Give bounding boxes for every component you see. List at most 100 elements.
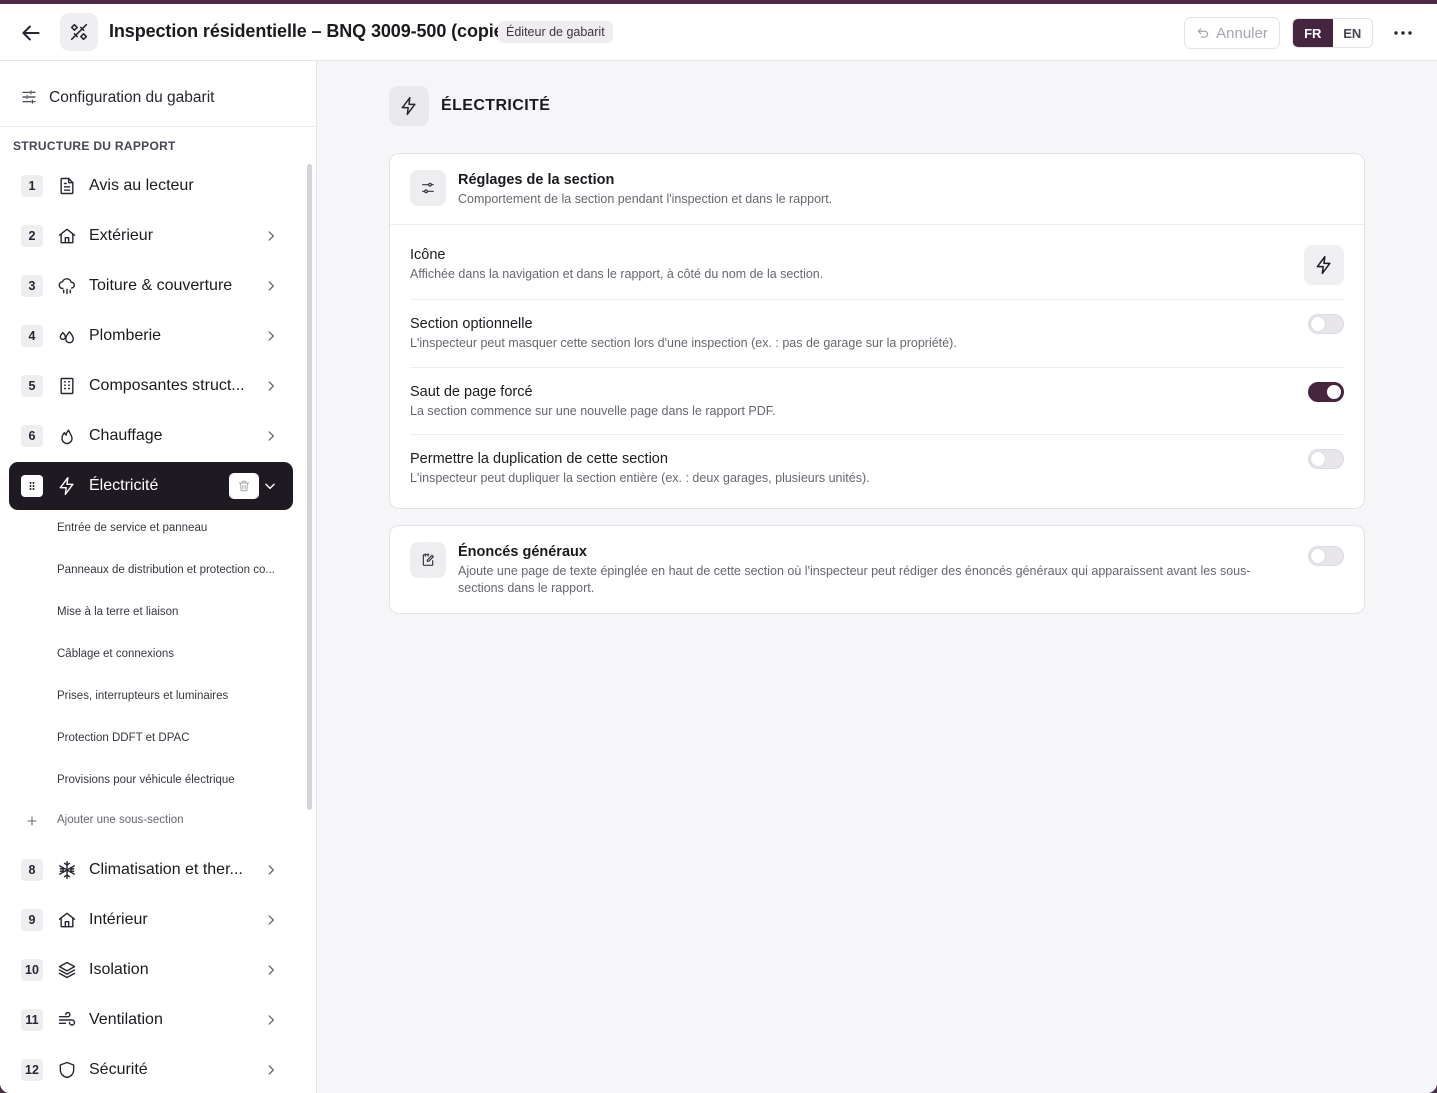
item-number: 10 <box>21 959 43 981</box>
sidebar-item-securite[interactable]: 12 Sécurité <box>9 1046 293 1093</box>
zap-icon <box>1316 255 1331 275</box>
chevron-right-icon <box>268 1065 274 1075</box>
trash-icon <box>238 480 250 492</box>
house-icon <box>58 228 76 244</box>
sidebar-item-ventilation[interactable]: 11 Ventilation <box>9 996 293 1044</box>
template-config-link[interactable]: Configuration du gabarit <box>0 61 316 127</box>
general-desc: Ajoute une page de texte épinglée en hau… <box>458 564 1251 595</box>
sidebar-item-interieur[interactable]: 9 Intérieur <box>9 896 293 944</box>
page-title: Inspection résidentielle – BNQ 3009-500 … <box>109 21 510 41</box>
sidebar-item-avis[interactable]: 1 Avis au lecteur <box>9 162 293 210</box>
more-options-button[interactable] <box>1391 21 1415 45</box>
subsection-item[interactable]: Prises, interrupteurs et luminaires <box>57 690 228 702</box>
undo-icon <box>1197 28 1209 38</box>
general-statements-toggle[interactable] <box>1308 546 1344 566</box>
add-subsection-button[interactable]: Ajouter une sous-section <box>25 814 184 828</box>
page-break-toggle[interactable] <box>1308 382 1344 402</box>
snowflake-icon <box>59 860 75 880</box>
lang-en-button[interactable]: EN <box>1333 19 1373 47</box>
divider <box>410 299 1344 300</box>
setting-title: Section optionnelle <box>410 316 533 332</box>
item-label: Ventilation <box>89 1011 163 1028</box>
building-icon <box>60 377 74 395</box>
house-icon <box>58 912 76 928</box>
edit-note-icon <box>410 542 446 578</box>
sidebar-item-isolation[interactable]: 10 Isolation <box>9 946 293 994</box>
config-label: Configuration du gabarit <box>49 89 215 106</box>
subsection-item[interactable]: Entrée de service et panneau <box>57 522 207 534</box>
undo-label: Annuler <box>1216 24 1268 42</box>
subsection-item[interactable]: Câblage et connexions <box>57 648 174 660</box>
language-switch: FR EN <box>1292 18 1373 48</box>
item-number: 9 <box>21 909 43 931</box>
settings-desc: Comportement de la section pendant l'ins… <box>458 192 833 206</box>
structure-label: STRUCTURE DU RAPPORT <box>13 139 176 153</box>
duplication-toggle[interactable] <box>1308 449 1344 469</box>
arrow-left-icon <box>22 25 40 41</box>
setting-desc: L'inspecteur peut dupliquer la section e… <box>410 471 870 485</box>
item-number: 5 <box>21 375 43 397</box>
document-icon <box>60 177 74 195</box>
subsection-item[interactable]: Provisions pour véhicule électrique <box>57 774 235 786</box>
sidebar: Configuration du gabarit STRUCTURE DU RA… <box>0 61 317 1093</box>
sidebar-scrollbar[interactable] <box>307 164 312 810</box>
chevron-right-icon <box>268 281 274 291</box>
sidebar-item-toiture[interactable]: 3 Toiture & couverture <box>9 262 293 310</box>
section-title: ÉLECTRICITÉ <box>441 97 551 114</box>
setting-desc: L'inspecteur peut masquer cette section … <box>410 336 957 350</box>
chevron-right-icon <box>268 231 274 241</box>
sliders-icon <box>22 90 36 104</box>
chevron-right-icon <box>268 381 274 391</box>
settings-title: Réglages de la section <box>458 172 615 188</box>
chevron-down-icon[interactable] <box>263 479 277 493</box>
item-number: 11 <box>21 1009 43 1031</box>
item-label: Climatisation et ther... <box>89 861 243 878</box>
item-label: Composantes struct... <box>89 377 245 394</box>
editor-badge: Éditeur de gabarit <box>498 21 613 43</box>
section-settings-card: Réglages de la section Comportement de l… <box>389 153 1365 509</box>
delete-section-button[interactable] <box>229 473 259 499</box>
setting-title: Permettre la duplication de cette sectio… <box>410 451 668 467</box>
item-number: 3 <box>21 275 43 297</box>
item-label: Extérieur <box>89 227 154 244</box>
subsection-item[interactable]: Panneaux de distribution et protection c… <box>57 564 275 576</box>
divider <box>390 224 1364 225</box>
item-number: 8 <box>21 859 43 881</box>
general-title: Énoncés généraux <box>458 544 587 560</box>
sidebar-item-plomberie[interactable]: 4 Plomberie <box>9 312 293 360</box>
layers-icon <box>58 961 76 979</box>
item-label: Isolation <box>89 961 149 978</box>
cloud-rain-icon <box>58 278 75 295</box>
item-number: 12 <box>21 1059 43 1081</box>
more-horizontal-icon <box>1394 31 1412 35</box>
lang-fr-button[interactable]: FR <box>1293 19 1333 47</box>
template-tool-icon <box>60 13 98 51</box>
item-label: Sécurité <box>89 1061 148 1078</box>
undo-button[interactable]: Annuler <box>1184 17 1280 49</box>
wind-icon <box>58 1011 76 1026</box>
top-header: Inspection résidentielle – BNQ 3009-500 … <box>0 4 1437 61</box>
item-label: Plomberie <box>89 327 162 344</box>
sidebar-item-composantes[interactable]: 5 Composantes struct... <box>9 362 293 410</box>
grip-icon <box>29 482 35 490</box>
setting-title: Icône <box>410 247 446 263</box>
item-number: 4 <box>21 325 43 347</box>
chevron-right-icon <box>268 1015 274 1025</box>
general-statements-card: Énoncés généraux Ajoute une page de text… <box>389 525 1365 614</box>
setting-desc: La section commence sur une nouvelle pag… <box>410 404 776 418</box>
sliders-icon <box>410 170 446 206</box>
divider <box>410 367 1344 368</box>
chevron-right-icon <box>268 865 274 875</box>
subsection-item[interactable]: Protection DDFT et DPAC <box>57 732 190 744</box>
sidebar-item-climatisation[interactable]: 8 Climatisation et ther... <box>9 846 293 894</box>
optional-section-toggle[interactable] <box>1308 314 1344 334</box>
sidebar-item-chauffage[interactable]: 6 Chauffage <box>9 412 293 460</box>
setting-desc: Affichée dans la navigation et dans le r… <box>410 267 824 281</box>
subsection-item[interactable]: Mise à la terre et liaison <box>57 606 178 618</box>
item-label: Intérieur <box>89 911 148 928</box>
icon-picker-button[interactable] <box>1304 245 1344 285</box>
sidebar-item-exterieur[interactable]: 2 Extérieur <box>9 212 293 260</box>
sidebar-item-electricite[interactable]: Électricité <box>9 462 293 510</box>
drag-handle[interactable] <box>21 475 43 497</box>
back-button[interactable] <box>18 20 44 46</box>
